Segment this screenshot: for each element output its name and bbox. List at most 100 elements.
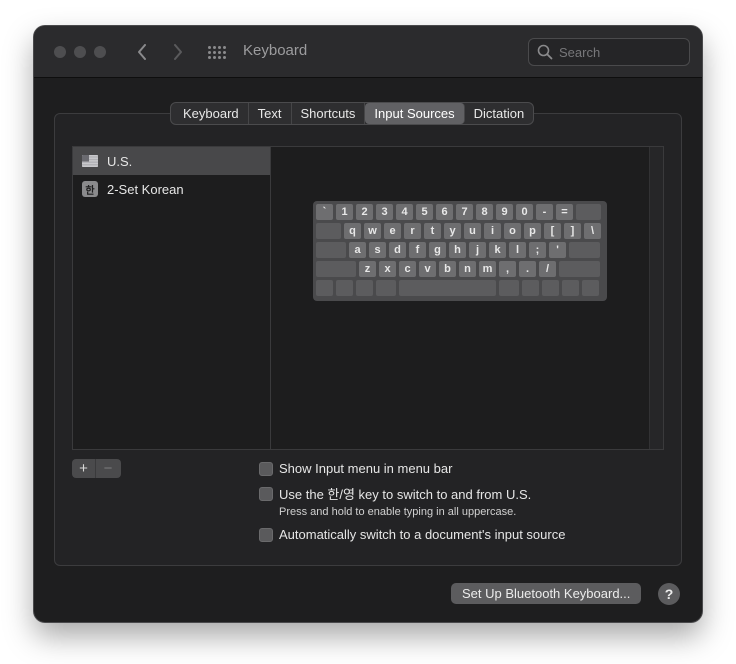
window-title: Keyboard — [243, 42, 308, 59]
show-all-grid-icon[interactable] — [208, 43, 228, 61]
key: n — [459, 261, 476, 277]
forward-button[interactable] — [166, 40, 190, 64]
remove-input-source-button[interactable]: − — [96, 459, 120, 478]
preview-scrollbar[interactable] — [649, 147, 663, 449]
key: . — [519, 261, 536, 277]
key: ; — [529, 242, 546, 258]
key-shift-left — [316, 261, 356, 277]
key: 2 — [356, 204, 373, 220]
key-space — [399, 280, 496, 296]
key-command-right — [499, 280, 519, 296]
use-hangul-key-label: Use the 한/영 key to switch to and from U.… — [279, 487, 532, 502]
tab-text[interactable]: Text — [249, 103, 292, 124]
key-arrow-left — [542, 280, 559, 296]
key: - — [536, 204, 553, 220]
title-bar: Keyboard Search — [34, 26, 702, 78]
auto-switch-label: Automatically switch to a document's inp… — [279, 527, 566, 542]
list-item[interactable]: U.S. — [73, 147, 270, 175]
use-hangul-key-note: Press and hold to enable typing in all u… — [279, 506, 517, 518]
key: e — [384, 223, 401, 239]
tab-keyboard[interactable]: Keyboard — [171, 103, 249, 124]
minimize-window-button[interactable] — [74, 46, 86, 58]
source-label: 2-Set Korean — [107, 181, 184, 197]
key: 7 — [456, 204, 473, 220]
key: d — [389, 242, 406, 258]
key: i — [484, 223, 501, 239]
key: b — [439, 261, 456, 277]
tab-shortcuts[interactable]: Shortcuts — [292, 103, 366, 124]
show-input-menu-option[interactable]: Show Input menu in menu bar — [259, 461, 452, 476]
key: h — [449, 242, 466, 258]
key: l — [509, 242, 526, 258]
keyboard-row-5 — [316, 280, 607, 296]
chevron-right-icon — [174, 44, 182, 60]
key: 5 — [416, 204, 433, 220]
tab-input-sources[interactable]: Input Sources — [365, 103, 465, 124]
source-label: U.S. — [107, 153, 133, 169]
search-field[interactable]: Search — [528, 38, 690, 66]
keyboard-row-1: ` 1 2 3 4 5 6 7 8 9 0 - = — [316, 204, 607, 220]
key: \ — [584, 223, 601, 239]
setup-bluetooth-keyboard-button[interactable]: Set Up Bluetooth Keyboard... — [451, 583, 642, 604]
key: 4 — [396, 204, 413, 220]
key: q — [344, 223, 361, 239]
show-input-menu-label: Show Input menu in menu bar — [279, 461, 453, 476]
key: v — [419, 261, 436, 277]
use-hangul-key-option[interactable]: Use the 한/영 key to switch to and from U.… — [259, 484, 531, 503]
use-hangul-key-checkbox[interactable] — [259, 486, 273, 501]
key-arrow-up-down — [562, 280, 579, 296]
keyboard-row-3: a s d f g h j k l ; ' — [316, 242, 607, 258]
us-flag-icon — [82, 155, 98, 167]
back-button[interactable] — [130, 40, 154, 64]
search-placeholder: Search — [559, 45, 601, 60]
key: 9 — [496, 204, 513, 220]
key: z — [359, 261, 376, 277]
key: 1 — [336, 204, 353, 220]
key: / — [539, 261, 556, 277]
key: g — [429, 242, 446, 258]
korean-input-icon: 한 — [82, 181, 98, 197]
key: 6 — [436, 204, 453, 220]
key: j — [469, 242, 486, 258]
help-button[interactable]: ? — [658, 583, 680, 605]
chevron-left-icon — [138, 44, 146, 60]
tab-dictation[interactable]: Dictation — [465, 103, 534, 124]
key: 3 — [376, 204, 393, 220]
key-shift-right — [559, 261, 600, 277]
key: s — [369, 242, 386, 258]
close-window-button[interactable] — [54, 46, 66, 58]
key-tab — [316, 223, 341, 239]
key: u — [464, 223, 481, 239]
keyboard-row-2: q w e r t y u i o p [ ] \ — [316, 223, 607, 239]
list-item[interactable]: 한 2-Set Korean — [73, 175, 270, 203]
key: = — [556, 204, 573, 220]
key: x — [379, 261, 396, 277]
key: , — [499, 261, 516, 277]
key-command-left — [376, 280, 396, 296]
key-return — [569, 242, 600, 258]
key: ] — [564, 223, 581, 239]
key-caps-lock — [316, 242, 346, 258]
key-delete — [576, 204, 601, 220]
auto-switch-checkbox[interactable] — [259, 527, 273, 542]
tab-bar: Keyboard Text Shortcuts Input Sources Di… — [170, 102, 535, 125]
key: [ — [544, 223, 561, 239]
key: r — [404, 223, 421, 239]
key: ` — [316, 204, 333, 220]
keyboard-layout-preview: ` 1 2 3 4 5 6 7 8 9 0 - = q w e r t y u … — [313, 201, 607, 301]
key: k — [489, 242, 506, 258]
add-input-source-button[interactable]: + — [72, 459, 96, 478]
keyboard-preferences-window: Keyboard Search Keyboard Text Shortcuts … — [34, 26, 702, 622]
key-arrow-right — [582, 280, 599, 296]
key: a — [349, 242, 366, 258]
zoom-window-button[interactable] — [94, 46, 106, 58]
auto-switch-option[interactable]: Automatically switch to a document's inp… — [259, 527, 565, 542]
key: m — [479, 261, 496, 277]
key: 0 — [516, 204, 533, 220]
keyboard-row-4: z x c v b n m , . / — [316, 261, 607, 277]
add-remove-control: + − — [72, 459, 121, 478]
keyboard-preview-pane: ` 1 2 3 4 5 6 7 8 9 0 - = q w e r t y u … — [270, 146, 664, 450]
key: 8 — [476, 204, 493, 220]
key: o — [504, 223, 521, 239]
show-input-menu-checkbox[interactable] — [259, 461, 273, 476]
